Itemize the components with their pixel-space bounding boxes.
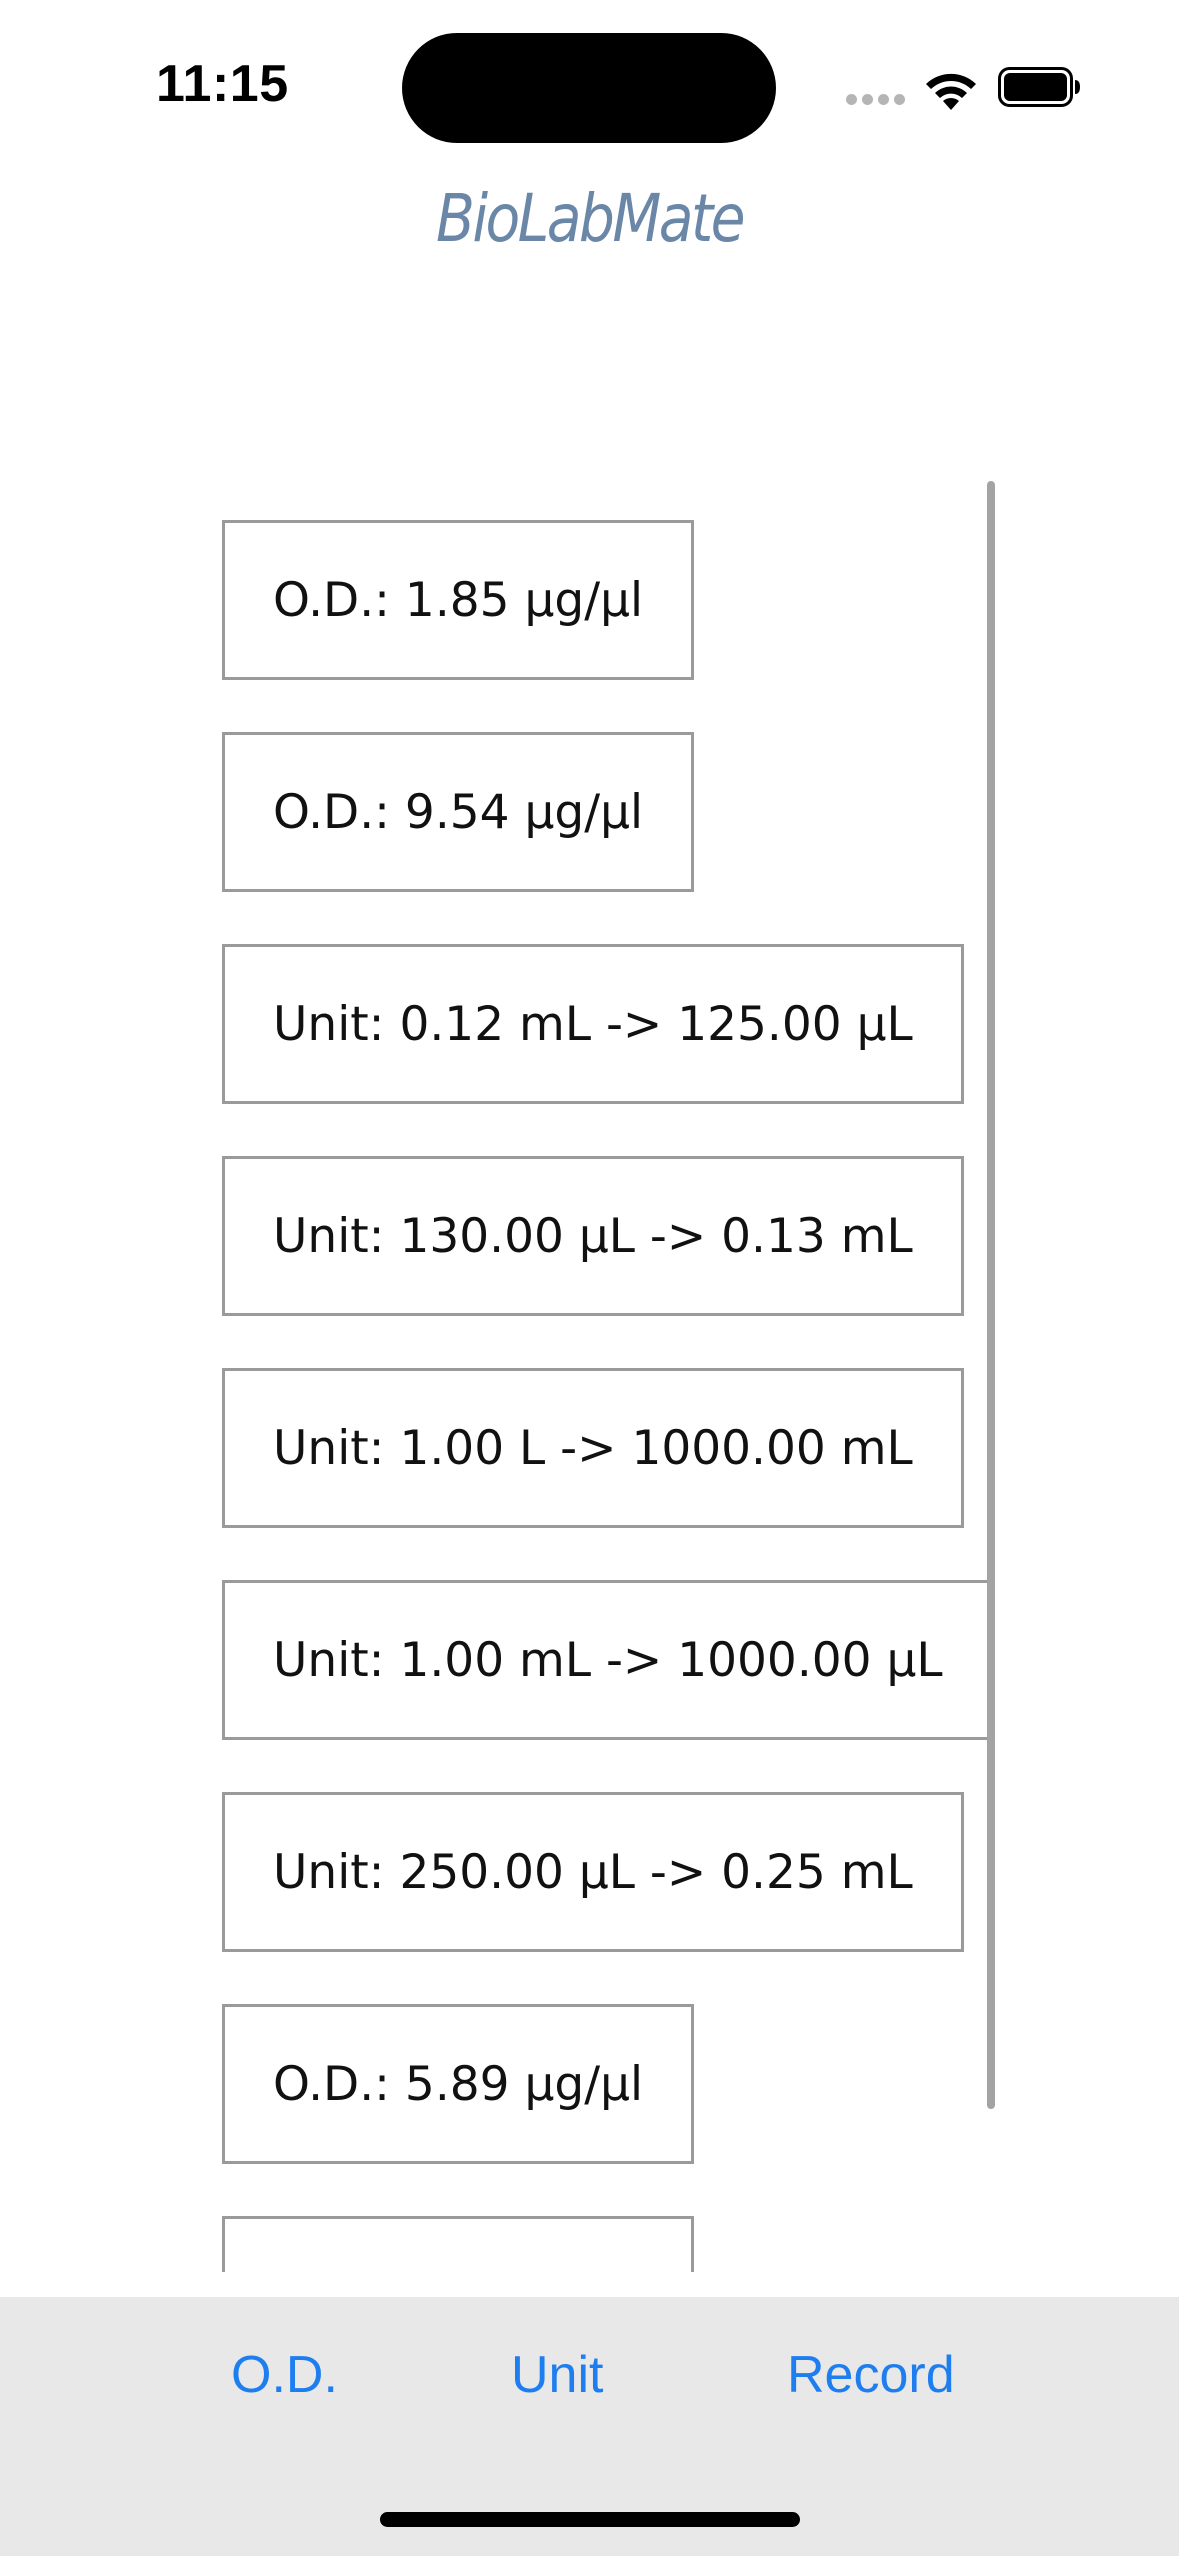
dynamic-island: [402, 33, 776, 143]
list-item[interactable]: Unit: 1.00 mL -> 1000.00 µL: [222, 1580, 994, 1740]
tab-record[interactable]: Record: [787, 2345, 955, 2405]
tab-unit[interactable]: Unit: [511, 2345, 603, 2405]
record-list: O.D.: 1.85 µg/µl O.D.: 9.54 µg/µl Unit: …: [222, 520, 994, 2272]
list-item[interactable]: O.D.: 2.53 µg/µl: [222, 2216, 695, 2272]
wifi-icon: [926, 73, 976, 110]
home-indicator[interactable]: [380, 2512, 800, 2527]
battery-icon: [998, 67, 1080, 107]
list-item[interactable]: Unit: 0.12 mL -> 125.00 µL: [222, 944, 964, 1104]
list-item[interactable]: Unit: 130.00 µL -> 0.13 mL: [222, 1156, 964, 1316]
list-item[interactable]: Unit: 1.00 L -> 1000.00 mL: [222, 1368, 964, 1528]
signal-icon: [846, 94, 906, 108]
list-item[interactable]: O.D.: 9.54 µg/µl: [222, 732, 695, 892]
scroll-indicator[interactable]: [987, 481, 995, 2109]
tab-od[interactable]: O.D.: [231, 2345, 338, 2405]
status-bar: 11:15: [0, 0, 1179, 176]
app-title: BioLabMate: [435, 180, 746, 257]
record-list-scroll[interactable]: O.D.: 1.85 µg/µl O.D.: 9.54 µg/µl Unit: …: [0, 470, 1179, 2272]
list-item[interactable]: O.D.: 1.85 µg/µl: [222, 520, 695, 680]
status-time: 11:15: [156, 55, 289, 113]
list-item[interactable]: O.D.: 5.89 µg/µl: [222, 2004, 695, 2164]
list-item[interactable]: Unit: 250.00 µL -> 0.25 mL: [222, 1792, 964, 1952]
